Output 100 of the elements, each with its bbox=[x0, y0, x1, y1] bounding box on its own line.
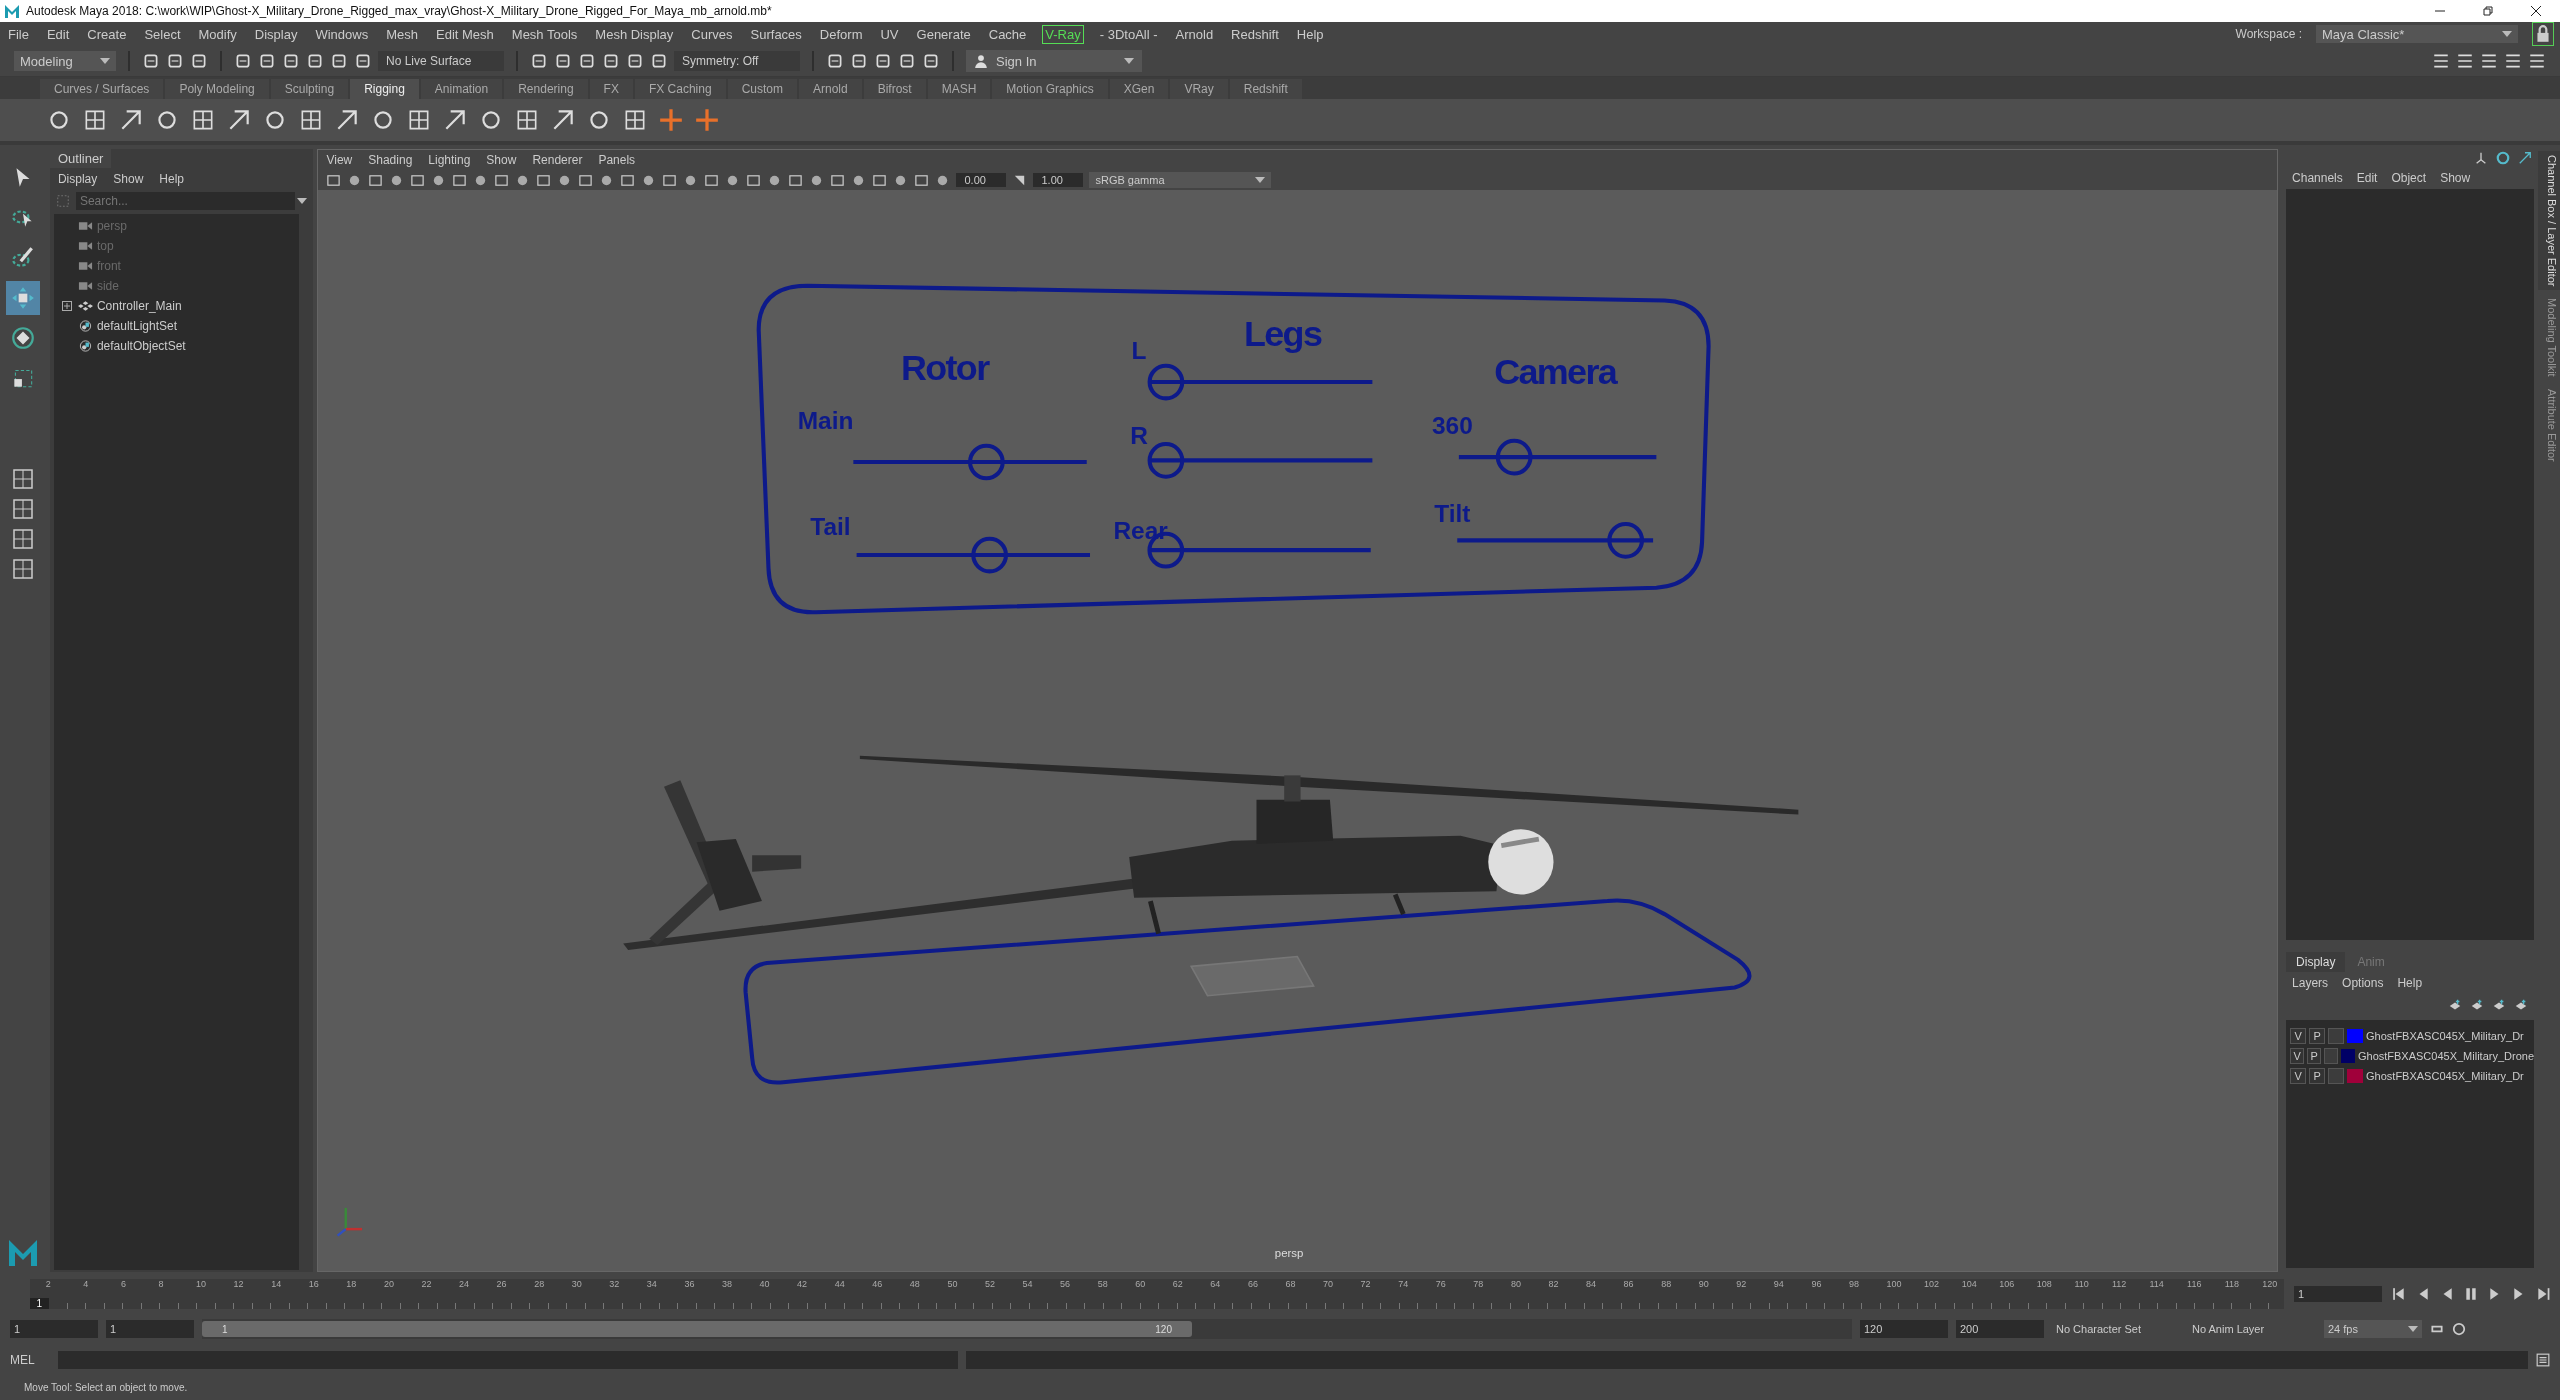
menu-item[interactable]: View bbox=[326, 153, 353, 167]
shelf-tab[interactable]: Rigging bbox=[350, 79, 419, 99]
menu-item[interactable]: Select bbox=[142, 25, 183, 43]
playback-toggle[interactable]: P bbox=[2309, 1028, 2326, 1044]
layer-color-swatch[interactable] bbox=[2341, 1049, 2355, 1063]
range-slider[interactable]: 1 120 bbox=[202, 1319, 1852, 1339]
menu-item[interactable]: Curves bbox=[689, 25, 735, 43]
menu-item[interactable]: Windows bbox=[313, 25, 371, 43]
menu-item[interactable]: Help bbox=[159, 172, 184, 186]
menu-item[interactable]: Options bbox=[2342, 976, 2384, 990]
layer-color-swatch[interactable] bbox=[2347, 1069, 2364, 1083]
menu-item[interactable]: Lighting bbox=[428, 153, 471, 167]
shelf-tab[interactable]: Rendering bbox=[504, 79, 588, 99]
end-time-field[interactable]: 200 bbox=[1956, 1320, 2044, 1338]
menu-item[interactable]: Create bbox=[85, 25, 129, 43]
menu-item[interactable]: UV bbox=[878, 25, 901, 43]
gamma-field[interactable]: 1.00 bbox=[1033, 173, 1084, 187]
layer-name[interactable]: GhostFBXASC045X_Military_Dr bbox=[2366, 1030, 2524, 1042]
start-time-field[interactable]: 1 bbox=[10, 1320, 98, 1338]
command-input-field[interactable] bbox=[58, 1351, 958, 1369]
menu-item[interactable]: Display bbox=[252, 25, 300, 43]
menu-item[interactable]: Arnold bbox=[1173, 25, 1216, 43]
expand-arrow-icon[interactable] bbox=[2518, 151, 2533, 165]
toolbar-icon[interactable] bbox=[166, 52, 184, 70]
layer-action-icon[interactable] bbox=[2470, 998, 2485, 1012]
layer-color-swatch[interactable] bbox=[2347, 1029, 2364, 1043]
toolbar-icon[interactable] bbox=[354, 52, 372, 70]
side-tab[interactable]: Attribute Editor bbox=[2538, 385, 2560, 466]
reference-toggle[interactable] bbox=[2328, 1068, 2345, 1084]
layout-icon[interactable] bbox=[2528, 52, 2546, 70]
viewport-tool-icon[interactable] bbox=[368, 172, 384, 188]
toolbar-icon[interactable] bbox=[306, 52, 324, 70]
slider-handle[interactable] bbox=[1148, 442, 1185, 479]
toolbar-icon[interactable] bbox=[650, 52, 668, 70]
script-editor-icon[interactable] bbox=[2536, 1353, 2550, 1367]
viewport-tool-icon[interactable] bbox=[872, 172, 888, 188]
current-frame-field[interactable]: 1 bbox=[2294, 1286, 2382, 1302]
restore-icon[interactable] bbox=[2482, 5, 2494, 17]
viewport-tool-icon[interactable] bbox=[578, 172, 594, 188]
slider-handle[interactable] bbox=[1148, 363, 1185, 401]
sign-in-button[interactable]: Sign In bbox=[966, 50, 1142, 72]
playback-end-field[interactable]: 120 bbox=[1860, 1320, 1948, 1338]
shelf-tab[interactable]: Motion Graphics bbox=[992, 79, 1108, 99]
search-field[interactable]: Search... bbox=[75, 192, 296, 210]
slider-handle[interactable] bbox=[1607, 522, 1645, 559]
reference-toggle[interactable] bbox=[2328, 1028, 2345, 1044]
shelf-tab[interactable]: FX Caching bbox=[634, 79, 726, 99]
outliner-item[interactable]: defaultObjectSet bbox=[96, 339, 186, 353]
workspace-dropdown[interactable]: Maya Classic* bbox=[2316, 25, 2518, 43]
toolbar-icon[interactable] bbox=[922, 52, 940, 70]
slider-handle[interactable] bbox=[1496, 438, 1533, 476]
visibility-toggle[interactable]: V bbox=[2290, 1068, 2307, 1084]
shelf-tab[interactable]: Arnold bbox=[798, 79, 862, 99]
tool-button[interactable] bbox=[5, 281, 40, 315]
layer-action-icon[interactable] bbox=[2448, 998, 2463, 1012]
live-surface-field[interactable]: No Live Surface bbox=[378, 51, 504, 71]
viewport-tool-icon[interactable] bbox=[536, 172, 552, 188]
playback-icon[interactable] bbox=[2392, 1287, 2406, 1301]
menu-item[interactable]: Redshift bbox=[1229, 25, 1281, 43]
panel-layout-icon[interactable] bbox=[10, 557, 35, 581]
menu-item[interactable]: Help bbox=[2397, 976, 2423, 990]
menu-item[interactable]: Mesh bbox=[384, 25, 420, 43]
toolbar-icon[interactable] bbox=[826, 52, 844, 70]
symmetry-field[interactable]: Symmetry: Off bbox=[674, 51, 800, 71]
shelf-tab[interactable]: XGen bbox=[1109, 79, 1169, 99]
side-tab[interactable]: Modeling Toolkit bbox=[2538, 294, 2560, 382]
toolbar-icon[interactable] bbox=[530, 52, 548, 70]
viewport-tool-icon[interactable] bbox=[326, 172, 342, 188]
shelf-tab[interactable]: Redshift bbox=[1229, 79, 1302, 99]
playback-start-field[interactable]: 1 bbox=[106, 1320, 194, 1338]
color-space-dropdown[interactable]: sRGB gamma bbox=[1089, 172, 1272, 188]
layer-action-icon[interactable] bbox=[2492, 998, 2507, 1012]
playback-icon[interactable] bbox=[2464, 1287, 2478, 1301]
playback-toggle[interactable]: P bbox=[2307, 1048, 2322, 1064]
menu-item[interactable]: Edit bbox=[2356, 171, 2378, 185]
menu-item[interactable]: File bbox=[6, 25, 31, 43]
menu-item[interactable]: V-Ray bbox=[1042, 24, 1084, 44]
menu-item[interactable]: Edit Mesh bbox=[434, 25, 496, 43]
shelf-tab[interactable]: Animation bbox=[420, 79, 503, 99]
joint-cross-icon[interactable] bbox=[694, 107, 720, 133]
toolbar-icon[interactable] bbox=[258, 52, 276, 70]
toolbar-icon[interactable] bbox=[554, 52, 572, 70]
time-slider[interactable]: 1 2 4 6 8 10 12 14 16 18 20 22 24 26 28 30 32 34 36 38 40 42 44 46 48 50 52 54 56 58 60 62 64 66 68 70 72 74 76 78 80 82 84 86 88 90 92 94 96 98 100 102 104 106 108 110 112 114 116 118 120 bbox=[30, 1279, 2284, 1309]
shelf-tab[interactable]: Sculpting bbox=[270, 79, 349, 99]
close-icon[interactable] bbox=[2530, 5, 2542, 17]
panel-tab[interactable]: Display bbox=[2286, 952, 2346, 972]
menu-item[interactable]: Panels bbox=[598, 153, 636, 167]
side-tab[interactable]: Channel Box / Layer Editor bbox=[2538, 151, 2560, 291]
exposure-field[interactable]: 0.00 bbox=[956, 173, 1007, 187]
layout-icon[interactable] bbox=[2504, 52, 2522, 70]
toolbar-icon[interactable] bbox=[234, 52, 252, 70]
menu-item[interactable]: Mesh Tools bbox=[509, 25, 580, 43]
menu-item[interactable]: Edit bbox=[44, 25, 72, 43]
menu-item[interactable]: Surfaces bbox=[748, 25, 804, 43]
toolbar-icon[interactable] bbox=[282, 52, 300, 70]
fps-dropdown[interactable]: 24 fps bbox=[2324, 1320, 2422, 1338]
panel-layout-icon[interactable] bbox=[10, 527, 35, 551]
outliner-item[interactable]: defaultLightSet bbox=[96, 319, 177, 333]
toolbar-icon[interactable] bbox=[898, 52, 916, 70]
layer-action-icon[interactable] bbox=[2514, 998, 2529, 1012]
